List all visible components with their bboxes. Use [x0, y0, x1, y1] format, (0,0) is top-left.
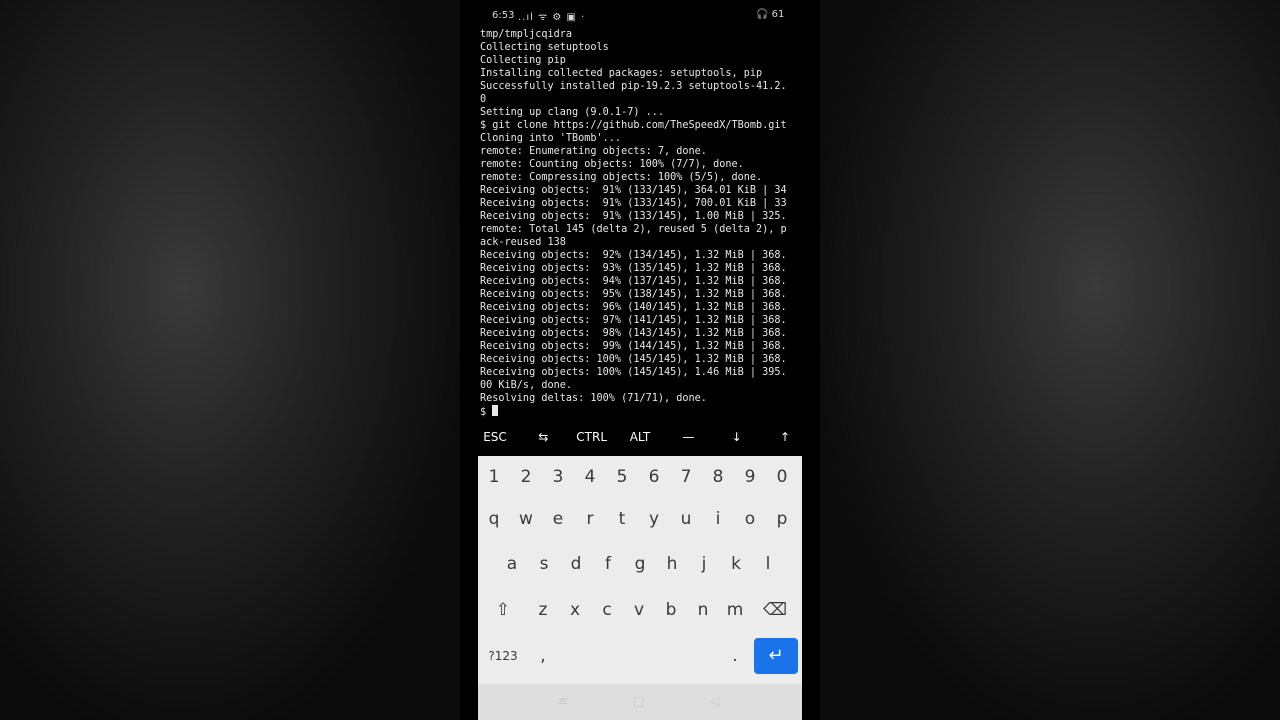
- key-a[interactable]: a: [496, 546, 528, 582]
- soft-keyboard: ↵ ≡ □ ◁ 1234567890 qwertyuiop asdfghjkl zxc…: [478, 456, 802, 720]
- signal-icons: ..ıl ᯤ ⚙ ▣ ·: [518, 12, 586, 23]
- terminal-line: 00 KiB/s, done.: [480, 380, 573, 391]
- backspace-key[interactable]: ⌫: [759, 592, 791, 628]
- terminal-line: Resolving deltas: 100% (71/71), done.: [480, 393, 707, 404]
- key-i[interactable]: i: [702, 501, 734, 537]
- arrow-up-key[interactable]: ↑: [768, 430, 802, 450]
- key-n[interactable]: n: [687, 592, 719, 628]
- key-4[interactable]: 4: [574, 459, 606, 495]
- enter-key[interactable]: ↵: [754, 638, 798, 674]
- terminal-line: Receiving objects: 96% (140/145), 1.32 M…: [480, 302, 787, 313]
- terminal-line: Setting up clang (9.0.1-7) ...: [480, 107, 665, 118]
- tab-key[interactable]: ⇆: [526, 430, 560, 450]
- key-w[interactable]: w: [510, 501, 542, 537]
- key-c[interactable]: c: [591, 592, 623, 628]
- extra-keys-bar: ESC ⇆ CTRL ALT — ↓ ↑: [478, 430, 802, 450]
- arrow-down-key[interactable]: ↓: [720, 430, 754, 450]
- terminal-line: Installing collected packages: setuptool…: [480, 68, 763, 79]
- key-z[interactable]: z: [527, 592, 559, 628]
- key-0[interactable]: 0: [766, 459, 798, 495]
- key-p[interactable]: p: [766, 501, 798, 537]
- terminal-line: Collecting pip: [480, 55, 566, 66]
- terminal-line: remote: Enumerating objects: 7, done.: [480, 146, 707, 157]
- esc-key[interactable]: ESC: [478, 430, 512, 450]
- key-q[interactable]: q: [478, 501, 510, 537]
- terminal-line: Receiving objects: 95% (138/145), 1.32 M…: [480, 289, 787, 300]
- key-v[interactable]: v: [623, 592, 655, 628]
- key-6[interactable]: 6: [638, 459, 670, 495]
- key-s[interactable]: s: [528, 546, 560, 582]
- key-k[interactable]: k: [720, 546, 752, 582]
- key-o[interactable]: o: [734, 501, 766, 537]
- home-nav-icon[interactable]: □: [633, 694, 644, 708]
- terminal-line: Receiving objects: 91% (133/145), 700.01…: [480, 198, 787, 209]
- key-g[interactable]: g: [624, 546, 656, 582]
- ctrl-key[interactable]: CTRL: [575, 430, 609, 450]
- terminal-line: Receiving objects: 97% (141/145), 1.32 M…: [480, 315, 787, 326]
- terminal-line: Cloning into 'TBomb'...: [480, 133, 622, 144]
- terminal-line: Receiving objects: 92% (134/145), 1.32 M…: [480, 250, 787, 261]
- terminal-line: Receiving objects: 100% (145/145), 1.32 …: [480, 354, 787, 365]
- key-b[interactable]: b: [655, 592, 687, 628]
- terminal-line: Collecting setuptools: [480, 42, 609, 53]
- key-2[interactable]: 2: [510, 459, 542, 495]
- terminal-line: 0: [480, 94, 487, 105]
- key-1[interactable]: 1: [478, 459, 510, 495]
- terminal-line: Receiving objects: 100% (145/145), 1.46 …: [480, 367, 787, 378]
- key-x[interactable]: x: [559, 592, 591, 628]
- symbols-key[interactable]: ?123: [481, 638, 525, 674]
- terminal-line: Receiving objects: 91% (133/145), 364.01…: [480, 185, 787, 196]
- alt-key[interactable]: ALT: [623, 430, 657, 450]
- key-y[interactable]: y: [638, 501, 670, 537]
- key-t[interactable]: t: [606, 501, 638, 537]
- terminal-line: Receiving objects: 91% (133/145), 1.00 M…: [480, 211, 787, 222]
- terminal-line: $ git clone https://github.com/TheSpeedX…: [480, 120, 787, 131]
- terminal-line: tmp/tmpljcqidra: [480, 29, 573, 40]
- navigation-bar: ≡ □ ◁: [478, 684, 802, 720]
- key-m[interactable]: m: [719, 592, 751, 628]
- key-7[interactable]: 7: [670, 459, 702, 495]
- key-r[interactable]: r: [574, 501, 606, 537]
- terminal-line: Receiving objects: 99% (144/145), 1.32 M…: [480, 341, 787, 352]
- terminal-output[interactable]: tmp/tmpljcqidra Collecting setuptools Coll…: [480, 28, 810, 428]
- terminal-line: remote: Total 145 (delta 2), reused 5 (d…: [480, 224, 787, 235]
- key-l[interactable]: l: [752, 546, 784, 582]
- key-j[interactable]: j: [688, 546, 720, 582]
- terminal-line: remote: Compressing objects: 100% (5/5),…: [480, 172, 763, 183]
- key-5[interactable]: 5: [606, 459, 638, 495]
- terminal-line: Receiving objects: 94% (137/145), 1.32 M…: [480, 276, 787, 287]
- key-d[interactable]: d: [560, 546, 592, 582]
- key-h[interactable]: h: [656, 546, 688, 582]
- status-time: 6:53: [492, 10, 515, 21]
- key-9[interactable]: 9: [734, 459, 766, 495]
- phone-screen: 6:53 ..ıl ᯤ ⚙ ▣ · 🎧 61 tmp/tmpljcqidra Co…: [460, 0, 820, 720]
- back-nav-icon[interactable]: ◁: [710, 694, 719, 708]
- prompt-symbol: $: [480, 407, 493, 418]
- period-key[interactable]: .: [719, 638, 751, 674]
- menu-nav-icon[interactable]: ≡: [558, 694, 568, 708]
- terminal-line: remote: Counting objects: 100% (7/7), do…: [480, 159, 744, 170]
- terminal-line: ack-reused 138: [480, 237, 566, 248]
- terminal-line: Receiving objects: 98% (143/145), 1.32 M…: [480, 328, 787, 339]
- background-right: [820, 0, 1280, 720]
- status-bar: 6:53 ..ıl ᯤ ⚙ ▣ · 🎧 61: [460, 0, 820, 30]
- shift-key[interactable]: ⇧: [487, 592, 519, 628]
- background-left: [0, 0, 460, 720]
- terminal-prompt[interactable]: $: [480, 405, 810, 418]
- key-e[interactable]: e: [542, 501, 574, 537]
- text-cursor: [492, 405, 499, 416]
- comma-key[interactable]: ,: [527, 638, 559, 674]
- terminal-line: Successfully installed pip-19.2.3 setupt…: [480, 81, 787, 92]
- key-u[interactable]: u: [670, 501, 702, 537]
- terminal-line: Receiving objects: 93% (135/145), 1.32 M…: [480, 263, 787, 274]
- key-f[interactable]: f: [592, 546, 624, 582]
- key-3[interactable]: 3: [542, 459, 574, 495]
- battery-indicator: 🎧 61: [756, 9, 785, 20]
- key-8[interactable]: 8: [702, 459, 734, 495]
- dash-key[interactable]: —: [671, 430, 705, 450]
